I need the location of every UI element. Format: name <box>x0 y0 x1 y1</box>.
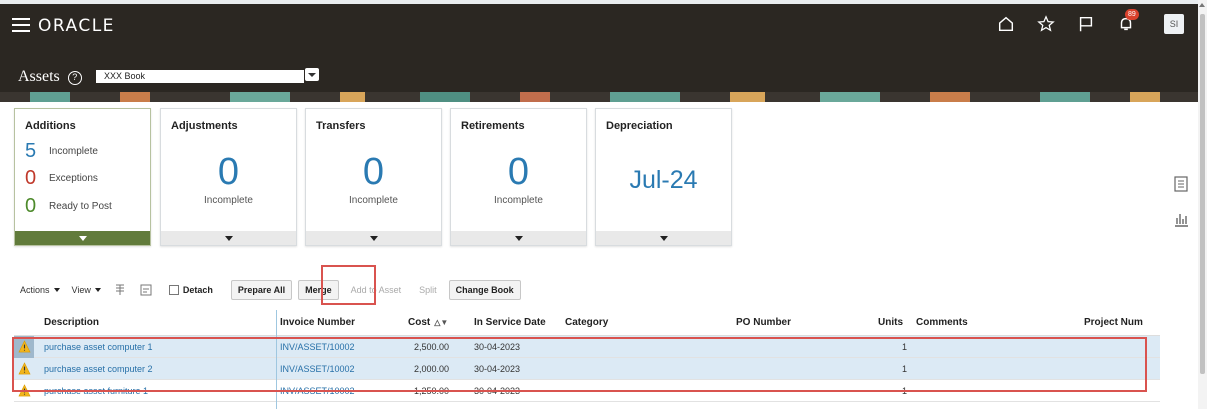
additions-exceptions[interactable]: 0 Exceptions <box>25 168 98 188</box>
detach-button[interactable]: Detach <box>165 280 217 300</box>
page-title: Assets ? <box>18 68 82 86</box>
tile-expand[interactable] <box>15 231 150 245</box>
count: 0 <box>25 195 37 217</box>
col-in-service-date[interactable]: In Service Date <box>474 317 546 328</box>
page-title-text: Assets <box>18 68 60 85</box>
view-menu[interactable]: View <box>72 285 101 295</box>
merge-highlight <box>321 265 376 305</box>
tile-expand[interactable] <box>596 231 731 245</box>
scrollbar-thumb[interactable] <box>1200 14 1205 374</box>
book-select[interactable]: XXX Book <box>96 70 304 83</box>
split-button[interactable]: Split <box>413 280 443 300</box>
wrap-icon[interactable] <box>139 283 153 297</box>
scroll-up-icon[interactable] <box>1199 3 1205 7</box>
tile-adjustments[interactable]: Adjustments 0 Incomplete <box>160 108 297 246</box>
tile-title: Retirements <box>461 120 525 132</box>
chevron-down-icon <box>224 235 233 241</box>
label: Exceptions <box>49 172 98 184</box>
notification-badge: 89 <box>1125 9 1139 20</box>
home-icon[interactable] <box>996 14 1016 34</box>
col-units[interactable]: Units <box>878 317 903 328</box>
tile-title: Adjustments <box>171 120 238 132</box>
count: 0 <box>25 167 37 189</box>
tile-period: Jul-24 <box>629 166 698 194</box>
tile-title: Depreciation <box>606 120 673 132</box>
table-header: Description Invoice Number Cost △▼ In Ser… <box>14 310 1160 336</box>
tile-expand[interactable] <box>161 231 296 245</box>
actions-label: Actions <box>20 285 50 295</box>
tile-subtitle: Incomplete <box>204 195 253 206</box>
count: 5 <box>25 140 37 162</box>
star-icon[interactable] <box>1036 14 1056 34</box>
col-cost[interactable]: Cost △▼ <box>408 317 448 328</box>
tile-retirements[interactable]: Retirements 0 Incomplete <box>450 108 587 246</box>
oracle-logo[interactable]: ORACLE <box>38 16 115 36</box>
label: Ready to Post <box>49 200 112 212</box>
tile-title: Transfers <box>316 120 366 132</box>
chevron-down-icon <box>369 235 378 241</box>
tile-expand[interactable] <box>306 231 441 245</box>
chevron-down-icon <box>78 235 87 241</box>
chevron-down-icon <box>659 235 668 241</box>
document-icon[interactable] <box>1172 175 1190 193</box>
global-header: ORACLE 89 SI Assets ? XXX Book <box>0 4 1198 102</box>
detach-icon <box>168 285 179 295</box>
additions-incomplete[interactable]: 5 Incomplete <box>25 141 98 161</box>
chevron-down-icon <box>514 235 523 241</box>
tile-expand[interactable] <box>451 231 586 245</box>
flag-icon[interactable] <box>1076 14 1096 34</box>
actions-menu[interactable]: Actions <box>20 285 60 295</box>
book-dropdown-button[interactable] <box>305 68 319 81</box>
col-po-number[interactable]: PO Number <box>736 317 791 328</box>
sort-icon[interactable]: △▼ <box>434 318 448 327</box>
selected-rows-highlight <box>12 337 1147 392</box>
detach-label: Detach <box>182 285 213 295</box>
tile-depreciation[interactable]: Depreciation Jul-24 <box>595 108 732 246</box>
tile-count: 0 <box>362 151 385 193</box>
tile-additions[interactable]: Additions 5 Incomplete 0 Exceptions 0 Re… <box>14 108 151 246</box>
decorative-banner <box>0 92 1198 102</box>
chevron-down-icon <box>53 288 60 292</box>
tile-count: 0 <box>217 151 240 193</box>
chart-icon[interactable] <box>1172 210 1190 228</box>
assets-page: ORACLE 89 SI Assets ? XXX Book Additions… <box>0 0 1207 409</box>
header-icons: 89 SI <box>996 9 1184 34</box>
bell-icon[interactable]: 89 <box>1116 9 1139 34</box>
table-toolbar: Actions View Detach Prepare All Merge Ad… <box>20 278 527 302</box>
col-cost-label: Cost <box>408 317 431 328</box>
hamburger-icon[interactable] <box>12 18 30 34</box>
col-description[interactable]: Description <box>44 317 99 328</box>
prepare-all-button[interactable]: Prepare All <box>230 280 293 300</box>
tile-title: Additions <box>25 120 76 132</box>
tile-transfers[interactable]: Transfers 0 Incomplete <box>305 108 442 246</box>
label: Incomplete <box>49 145 98 157</box>
view-label: View <box>71 285 91 295</box>
chevron-down-icon <box>308 72 316 77</box>
tile-subtitle: Incomplete <box>494 195 543 206</box>
freeze-icon[interactable] <box>113 283 127 297</box>
additions-ready-to-post[interactable]: 0 Ready to Post <box>25 196 112 216</box>
tile-count: 0 <box>507 151 530 193</box>
change-book-button[interactable]: Change Book <box>448 280 521 300</box>
col-comments[interactable]: Comments <box>916 317 968 328</box>
tile-subtitle: Incomplete <box>349 195 398 206</box>
help-icon[interactable]: ? <box>67 71 82 85</box>
col-invoice-number[interactable]: Invoice Number <box>280 317 355 328</box>
col-project-number[interactable]: Project Num <box>1084 317 1143 328</box>
chevron-down-icon <box>94 288 101 292</box>
col-category[interactable]: Category <box>565 317 608 328</box>
avatar[interactable]: SI <box>1164 14 1184 34</box>
